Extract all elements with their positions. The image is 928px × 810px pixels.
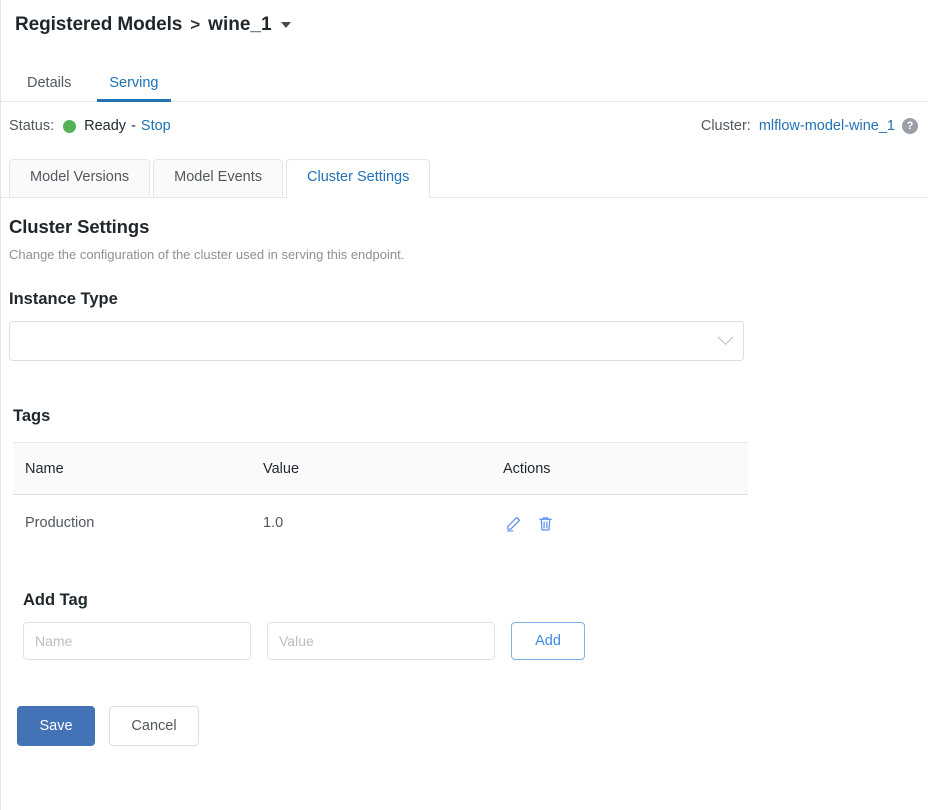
column-header-actions: Actions	[503, 461, 748, 477]
chevron-down-icon[interactable]	[281, 22, 291, 28]
add-tag-form: Add	[23, 622, 918, 660]
tab-cluster-settings[interactable]: Cluster Settings	[286, 159, 430, 197]
tab-details[interactable]: Details	[15, 76, 83, 102]
breadcrumb: Registered Models > wine_1	[1, 0, 928, 42]
tag-value-input[interactable]	[267, 622, 495, 660]
tab-model-versions[interactable]: Model Versions	[9, 159, 150, 197]
tab-model-events-label: Model Events	[174, 169, 262, 185]
pencil-edit-icon[interactable]	[503, 513, 523, 533]
add-tag-button[interactable]: Add	[511, 622, 585, 660]
form-actions: Save Cancel	[17, 706, 918, 746]
breadcrumb-current-model: wine_1	[208, 14, 271, 36]
tag-name-cell: Production	[13, 515, 263, 531]
status-label: Status:	[9, 118, 54, 134]
save-button[interactable]: Save	[17, 706, 95, 746]
add-tag-heading: Add Tag	[23, 591, 918, 610]
status-dash: -	[131, 118, 136, 134]
status-state-text: Ready	[84, 118, 126, 134]
column-header-value: Value	[263, 461, 503, 477]
secondary-tab-bar: Model Versions Model Events Cluster Sett…	[1, 150, 928, 198]
tags-table: Name Value Actions Production 1.0	[13, 442, 748, 551]
tags-heading: Tags	[13, 407, 918, 426]
primary-tab-bar: Details Serving	[1, 56, 928, 102]
tab-details-label: Details	[27, 75, 71, 91]
page-description: Change the configuration of the cluster …	[9, 247, 918, 262]
tag-value-cell: 1.0	[263, 515, 503, 531]
cluster-label: Cluster:	[701, 118, 751, 134]
status-indicator-dot	[63, 120, 76, 133]
tab-serving-label: Serving	[109, 75, 158, 91]
breadcrumb-separator: >	[190, 15, 200, 35]
cluster-name-link[interactable]: mlflow-model-wine_1	[759, 118, 895, 134]
breadcrumb-root-link[interactable]: Registered Models	[15, 14, 182, 36]
serving-page: Registered Models > wine_1 Details Servi…	[0, 0, 928, 810]
tab-cluster-settings-label: Cluster Settings	[307, 169, 409, 185]
column-header-name: Name	[13, 461, 263, 477]
trash-delete-icon[interactable]	[535, 513, 555, 533]
chevron-down-icon	[718, 329, 734, 345]
status-group: Status: Ready - Stop	[9, 118, 171, 134]
cluster-group: Cluster: mlflow-model-wine_1 ?	[701, 118, 918, 134]
cluster-settings-panel: Cluster Settings Change the configuratio…	[1, 198, 928, 746]
tag-name-input[interactable]	[23, 622, 251, 660]
table-header-row: Name Value Actions	[13, 443, 748, 495]
help-circle-icon[interactable]: ?	[902, 118, 918, 134]
instance-type-select[interactable]	[9, 321, 744, 361]
status-row: Status: Ready - Stop Cluster: mlflow-mod…	[1, 102, 928, 150]
instance-type-label: Instance Type	[9, 290, 918, 309]
cancel-button[interactable]: Cancel	[109, 706, 199, 746]
table-row: Production 1.0	[13, 495, 748, 551]
tab-serving[interactable]: Serving	[97, 76, 170, 102]
page-title: Cluster Settings	[9, 216, 918, 238]
tag-actions-cell	[503, 513, 748, 533]
tab-model-versions-label: Model Versions	[30, 169, 129, 185]
tab-model-events[interactable]: Model Events	[153, 159, 283, 197]
stop-serving-link[interactable]: Stop	[141, 118, 171, 134]
